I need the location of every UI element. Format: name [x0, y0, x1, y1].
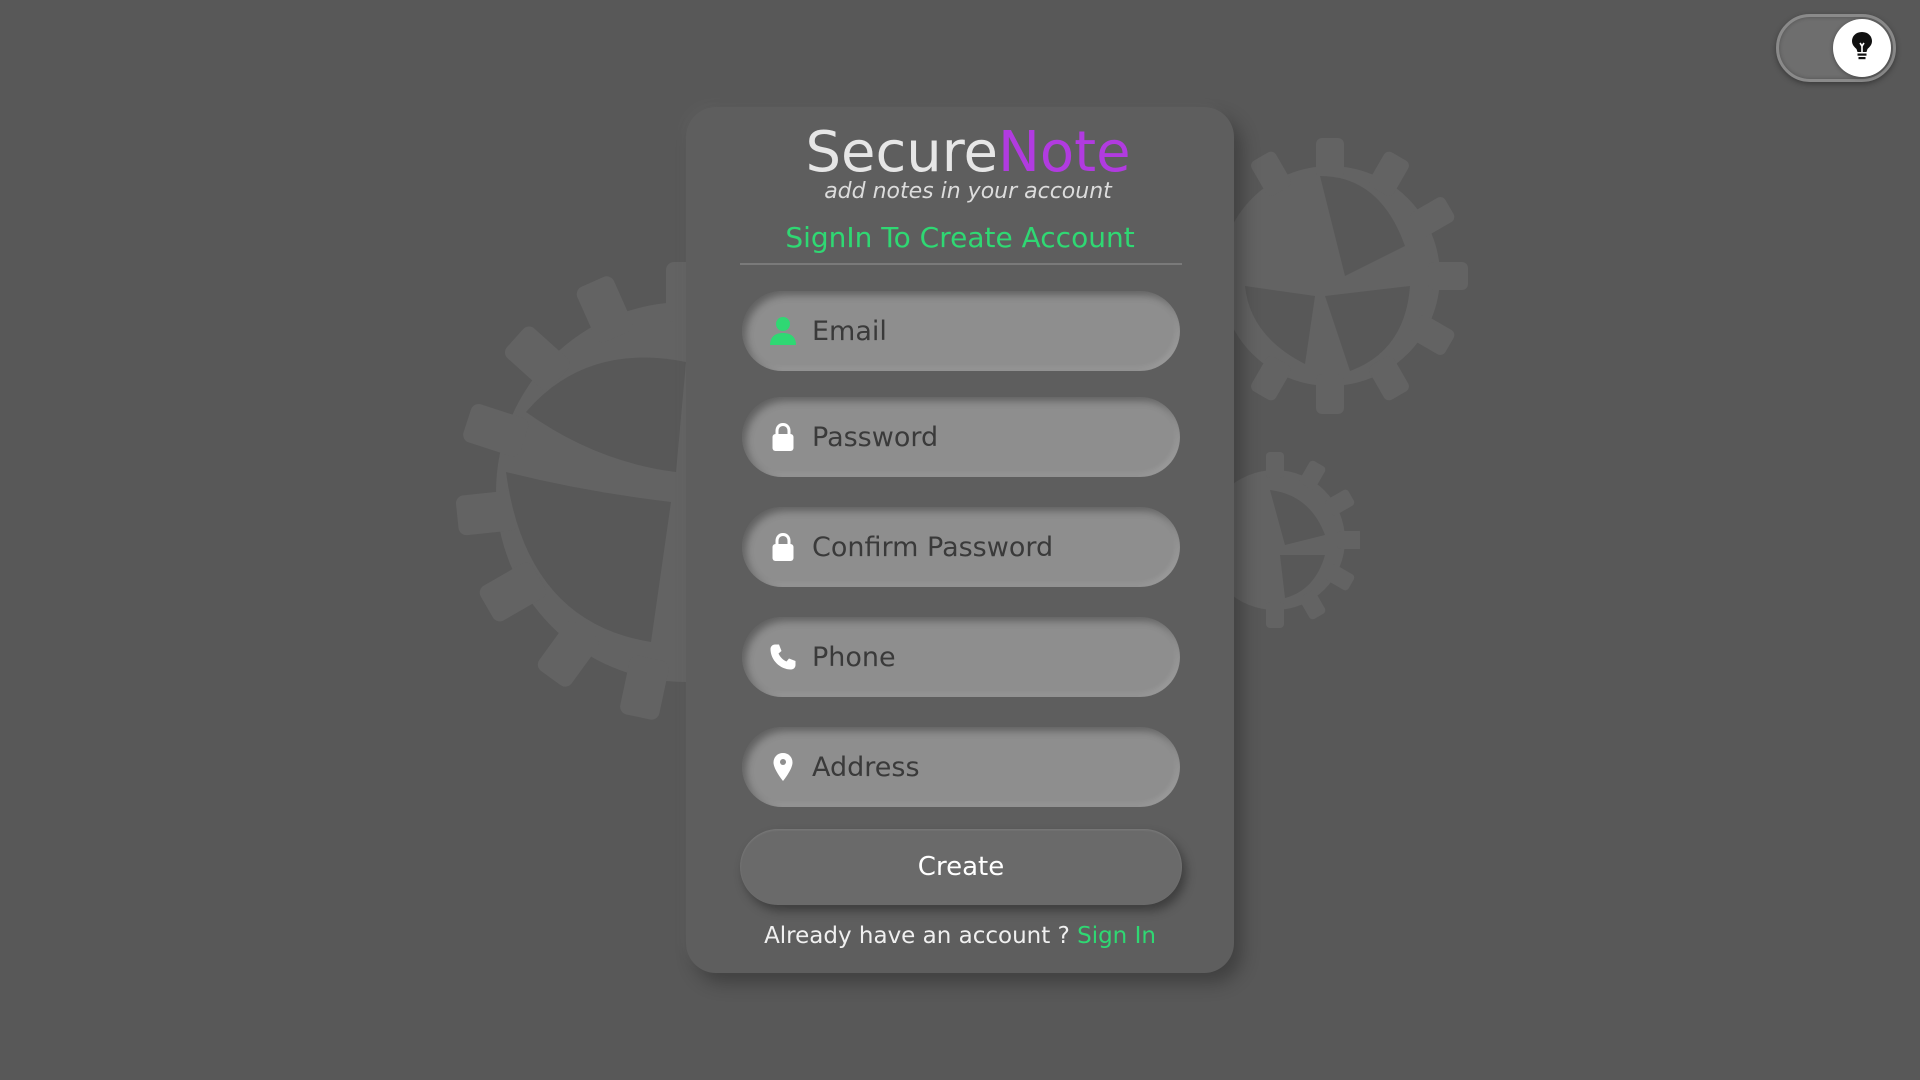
location-pin-icon: [768, 750, 798, 784]
brand-name-note: Note: [997, 120, 1131, 185]
form-heading: SignIn To Create Account: [785, 221, 1135, 254]
phone-input[interactable]: [812, 627, 1180, 687]
password-input[interactable]: [812, 407, 1180, 467]
password-field[interactable]: [742, 397, 1180, 477]
address-input[interactable]: [812, 737, 1180, 797]
confirm-password-input[interactable]: [812, 517, 1180, 577]
email-field[interactable]: [742, 291, 1180, 371]
email-input[interactable]: [812, 301, 1180, 361]
theme-toggle[interactable]: [1776, 14, 1896, 82]
heading-divider: [740, 263, 1182, 265]
gear-decoration-right-top: [1230, 136, 1470, 416]
phone-field[interactable]: [742, 617, 1180, 697]
gear-decoration-right-small: [1230, 450, 1360, 630]
signup-card: SecureNote add notes in your account Sig…: [686, 107, 1234, 973]
confirm-password-field[interactable]: [742, 507, 1180, 587]
phone-icon: [768, 640, 798, 674]
sign-in-link[interactable]: Sign In: [1077, 923, 1156, 949]
lightbulb-icon: [1849, 30, 1875, 66]
lock-icon: [768, 530, 798, 564]
page: SecureNote add notes in your account Sig…: [0, 0, 1920, 1080]
user-icon: [768, 314, 798, 348]
brand-name-secure: Secure: [805, 120, 998, 185]
create-button[interactable]: Create: [740, 829, 1182, 905]
address-field[interactable]: [742, 727, 1180, 807]
app-logo-title: SecureNote: [694, 125, 1242, 181]
lock-icon: [768, 420, 798, 454]
signin-prompt: Already have an account ? Sign In: [686, 923, 1234, 949]
theme-toggle-knob[interactable]: [1833, 19, 1891, 77]
brand-tagline: add notes in your account: [824, 179, 1112, 204]
signin-prompt-text: Already have an account ?: [764, 923, 1078, 949]
